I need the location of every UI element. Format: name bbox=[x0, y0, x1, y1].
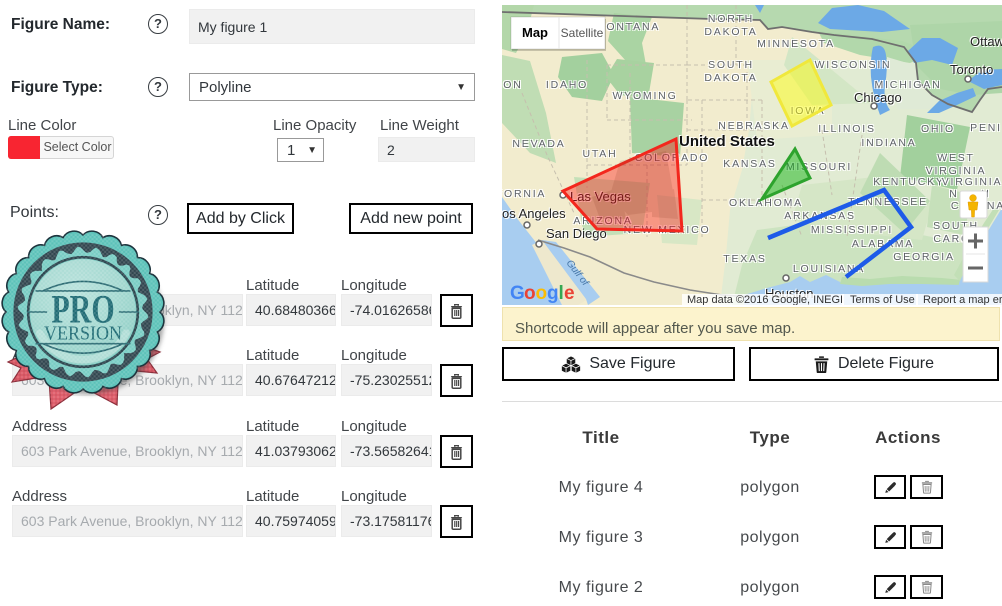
svg-text:e: e bbox=[564, 283, 575, 304]
svg-text:OHIO: OHIO bbox=[921, 123, 955, 135]
svg-text:Chicago: Chicago bbox=[854, 90, 902, 105]
svg-text:United States: United States bbox=[679, 133, 775, 150]
svg-text:os Angeles: os Angeles bbox=[502, 206, 566, 221]
svg-text:Report a map error: Report a map error bbox=[923, 294, 1002, 305]
svg-text:TEXAS: TEXAS bbox=[723, 253, 766, 265]
svg-text:DAKOTA: DAKOTA bbox=[704, 72, 757, 84]
svg-text:KANSAS: KANSAS bbox=[723, 158, 776, 170]
svg-text:NEVADA: NEVADA bbox=[512, 138, 565, 150]
svg-text:Terms of Use: Terms of Use bbox=[850, 294, 915, 305]
svg-text:PENI: PENI bbox=[970, 122, 1002, 134]
svg-text:NEBRASKA: NEBRASKA bbox=[718, 120, 790, 132]
svg-text:g: g bbox=[547, 283, 559, 304]
svg-text:GEORGIA: GEORGIA bbox=[893, 251, 955, 263]
svg-text:IDAHO: IDAHO bbox=[546, 79, 588, 91]
svg-text:UTAH: UTAH bbox=[582, 148, 617, 160]
svg-text:MISSISSIPPI: MISSISSIPPI bbox=[811, 224, 893, 236]
svg-text:ILLINOIS: ILLINOIS bbox=[818, 123, 876, 135]
svg-text:KENTUCKY: KENTUCKY bbox=[873, 176, 945, 188]
svg-text:Satellite: Satellite bbox=[561, 26, 604, 40]
svg-text:VIRGINIA: VIRGINIA bbox=[942, 176, 1002, 188]
svg-text:o: o bbox=[536, 283, 548, 304]
svg-text:Map data ©2016 Google, INEGI: Map data ©2016 Google, INEGI bbox=[687, 294, 843, 305]
svg-text:Toronto: Toronto bbox=[950, 62, 993, 77]
svg-text:GON: GON bbox=[502, 79, 523, 91]
svg-text:l: l bbox=[559, 283, 564, 304]
svg-text:SOUTH: SOUTH bbox=[708, 59, 754, 71]
svg-text:FORNIA: FORNIA bbox=[502, 188, 546, 200]
svg-text:WISCONSIN: WISCONSIN bbox=[815, 59, 892, 71]
svg-text:G: G bbox=[510, 283, 525, 304]
svg-text:N: N bbox=[949, 188, 958, 200]
svg-text:MINNESOTA: MINNESOTA bbox=[757, 38, 835, 50]
svg-text:Map: Map bbox=[522, 25, 548, 40]
svg-text:NA: NA bbox=[987, 200, 1002, 212]
svg-text:NORTH: NORTH bbox=[708, 13, 754, 25]
svg-text:WEST: WEST bbox=[937, 152, 975, 164]
svg-text:Ottaw: Ottaw bbox=[970, 34, 1002, 49]
svg-text:INDIANA: INDIANA bbox=[861, 137, 916, 149]
svg-text:o: o bbox=[524, 283, 536, 304]
svg-text:WYOMING: WYOMING bbox=[612, 90, 677, 102]
svg-text:DAKOTA: DAKOTA bbox=[704, 26, 757, 38]
